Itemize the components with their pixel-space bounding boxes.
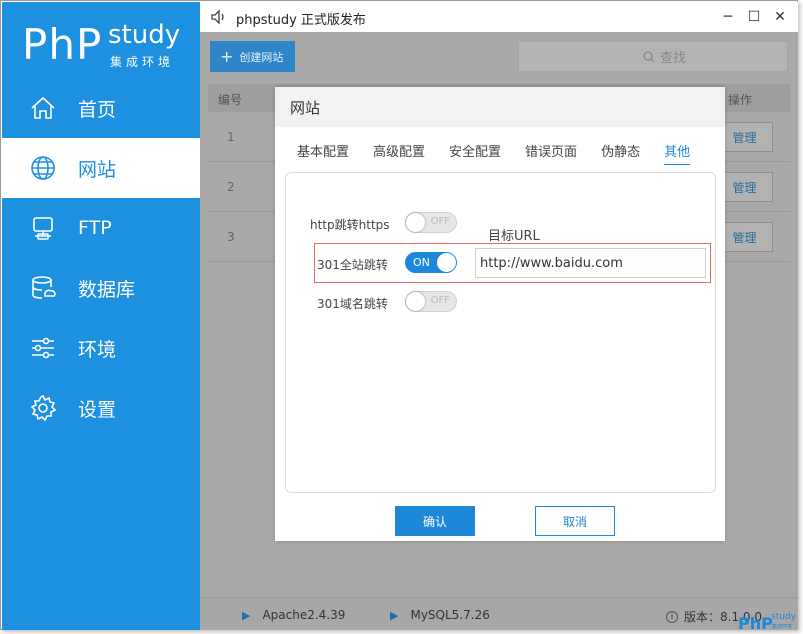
logo-study-text: study — [108, 20, 181, 50]
sidebar-item-database[interactable]: 数据库 — [2, 258, 200, 318]
sidebar-item-label: FTP — [78, 217, 112, 239]
search-input[interactable]: 查找 — [518, 41, 788, 72]
cancel-button[interactable]: 取消 — [535, 506, 615, 536]
gear-icon — [28, 393, 58, 423]
column-header-number: 编号 — [218, 93, 243, 107]
tab-error-pages[interactable]: 错误页面 — [525, 141, 577, 165]
row-number: 3 — [227, 230, 235, 244]
target-url-input[interactable] — [475, 248, 706, 278]
toggle-state-label: ON — [413, 256, 430, 269]
tab-basic[interactable]: 基本配置 — [297, 141, 349, 165]
settings-panel: http跳转https OFF 目标URL 301全站跳转 ON 301域名跳转… — [285, 172, 716, 493]
tab-rewrite[interactable]: 伪静态 — [601, 141, 640, 165]
watermark-sub: 集成环境 — [772, 624, 793, 630]
mysql-label: MySQL5.7.26 — [410, 608, 490, 622]
dialog-title: 网站 — [290, 98, 321, 117]
sidebar-item-label: 数据库 — [78, 278, 136, 301]
database-icon — [28, 273, 58, 303]
site-redirect-label: 301全站跳转 — [317, 258, 388, 272]
toggle-knob — [406, 292, 425, 311]
globe-icon — [28, 153, 58, 183]
sidebar-item-label: 首页 — [78, 98, 117, 121]
status-bar: ▶ Apache2.4.39 ▶ MySQL5.7.26 i 版本：8.1.0.… — [200, 597, 798, 630]
row-number: 1 — [227, 130, 235, 144]
minimize-button[interactable]: ─ — [718, 7, 738, 27]
sidebar-item-settings[interactable]: 设置 — [2, 378, 200, 438]
plus-icon: + — [220, 47, 234, 66]
logo-subtitle: 集成环境 — [110, 55, 175, 69]
dialog-header: 网站 — [275, 87, 725, 127]
logo-php-text: PhP — [22, 20, 103, 69]
maximize-button[interactable]: ☐ — [744, 7, 764, 27]
confirm-button[interactable]: 确认 — [395, 506, 475, 536]
sidebar-item-home[interactable]: 首页 — [2, 78, 200, 138]
tab-other[interactable]: 其他 — [664, 141, 691, 165]
row-number: 2 — [227, 180, 235, 194]
sidebar-item-label: 设置 — [78, 398, 117, 421]
site-redirect-toggle[interactable]: ON — [405, 252, 457, 273]
sidebar-nav: 首页 网站 FTP 数据库 环境 设置 — [2, 78, 200, 438]
sidebar: PhP study 集成环境 首页 网站 FTP 数据库 环境 设置 — [2, 2, 200, 630]
sidebar-item-website[interactable]: 网站 — [2, 138, 200, 198]
website-dialog: 网站 基本配置 高级配置 安全配置 错误页面 伪静态 其他 http跳转http… — [275, 87, 725, 541]
search-placeholder: 查找 — [660, 51, 687, 66]
home-icon — [28, 93, 58, 123]
domain-redirect-toggle[interactable]: OFF — [405, 291, 457, 312]
sidebar-item-label: 环境 — [78, 338, 117, 361]
speaker-icon[interactable] — [210, 8, 228, 26]
toggle-state-label: OFF — [430, 216, 450, 227]
toggle-state-label: OFF — [430, 295, 450, 306]
toggle-knob — [437, 253, 456, 272]
apache-status[interactable]: ▶ Apache2.4.39 — [242, 608, 345, 622]
watermark-logo: PhP study 集成环境 — [738, 612, 796, 633]
window-title: phpstudy 正式版发布 — [236, 13, 366, 28]
apache-label: Apache2.4.39 — [262, 608, 346, 622]
mysql-status[interactable]: ▶ MySQL5.7.26 — [390, 608, 490, 622]
target-url-label: 目标URL — [488, 229, 540, 244]
sidebar-item-ftp[interactable]: FTP — [2, 198, 200, 258]
domain-redirect-label: 301域名跳转 — [317, 297, 388, 311]
create-site-label: 创建网站 — [239, 50, 284, 64]
watermark-php: PhP — [738, 614, 773, 633]
tab-security[interactable]: 安全配置 — [449, 141, 501, 165]
tab-advanced[interactable]: 高级配置 — [373, 141, 425, 165]
sidebar-item-label: 网站 — [78, 158, 117, 181]
search-icon — [643, 50, 655, 62]
app-window: PhP study 集成环境 首页 网站 FTP 数据库 环境 设置 phpst… — [0, 0, 798, 630]
sliders-icon — [28, 333, 58, 363]
https-redirect-toggle[interactable]: OFF — [405, 212, 457, 233]
watermark-study: study — [771, 612, 796, 622]
column-header-action: 操作 — [728, 93, 753, 107]
create-site-button[interactable]: + 创建网站 — [210, 41, 295, 72]
info-icon: i — [666, 610, 678, 623]
server-icon — [28, 213, 58, 243]
title-bar: phpstudy 正式版发布 ─ ☐ ✕ — [200, 2, 798, 32]
toggle-knob — [406, 213, 425, 232]
https-redirect-label: http跳转https — [310, 218, 390, 232]
play-icon: ▶ — [242, 608, 251, 622]
sidebar-item-environment[interactable]: 环境 — [2, 318, 200, 378]
dialog-tabs: 基本配置 高级配置 安全配置 错误页面 伪静态 其他 — [297, 141, 714, 165]
close-button[interactable]: ✕ — [770, 7, 790, 27]
play-icon: ▶ — [390, 608, 399, 622]
